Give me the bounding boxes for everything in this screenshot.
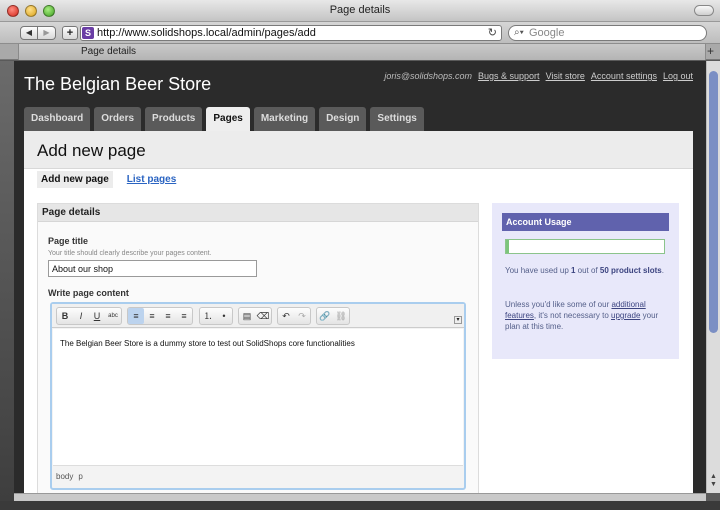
reload-icon[interactable]: ↻	[488, 26, 497, 39]
page-details-panel: Page details Page title Your title shoul…	[37, 203, 479, 493]
window-titlebar: Page details	[0, 0, 720, 22]
toolbar-expand-icon[interactable]: ▾	[454, 316, 462, 324]
align-button-group: ≡ ≡ ≡ ≡	[127, 307, 193, 325]
strikethrough-button[interactable]: abc	[105, 308, 121, 324]
back-button[interactable]: ◀	[20, 26, 38, 40]
paste-button-group: ▤ ⌫	[238, 307, 272, 325]
content-panel: Add new page Add new page List pages Pag…	[24, 131, 693, 493]
align-center-icon[interactable]: ≡	[144, 308, 160, 324]
search-icon: ⌕▾	[514, 27, 524, 38]
tab-pages[interactable]: Pages	[206, 107, 250, 131]
paste-word-icon[interactable]: ▤	[239, 308, 255, 324]
page-content-label: Write page content	[48, 288, 129, 298]
bugs-support-link[interactable]: Bugs & support	[478, 71, 540, 81]
tab-design[interactable]: Design	[319, 107, 367, 131]
eraser-icon[interactable]: ⌫	[255, 308, 271, 324]
underline-button[interactable]: U	[89, 308, 105, 324]
usage-progress-bar	[505, 239, 665, 254]
search-field[interactable]: ⌕▾ Google	[508, 25, 707, 41]
page-details-heading: Page details	[38, 204, 478, 222]
path-body[interactable]: body	[56, 472, 73, 481]
tab-orders[interactable]: Orders	[94, 107, 142, 131]
vertical-scrollbar[interactable]: ▲ ▼	[706, 61, 720, 493]
undo-icon[interactable]: ↶	[278, 308, 294, 324]
insert-link-icon[interactable]: 🔗	[317, 308, 333, 324]
subtab-add-new-page[interactable]: Add new page	[37, 171, 113, 188]
numbered-list-icon[interactable]: ⒈	[200, 308, 216, 324]
desktop-background-bottom	[0, 501, 720, 510]
usage-summary: You have used up 1 out of 50 product slo…	[505, 266, 664, 275]
editor-text[interactable]: The Belgian Beer Store is a dummy store …	[60, 339, 355, 348]
account-usage-heading: Account Usage	[502, 213, 669, 231]
tab-products[interactable]: Products	[145, 107, 203, 131]
site-favicon-icon: S	[82, 27, 94, 39]
bold-button[interactable]: B	[57, 308, 73, 324]
account-links: joris@solidshops.com Bugs & support Visi…	[384, 71, 693, 81]
editor-content-area[interactable]: The Belgian Beer Store is a dummy store …	[53, 329, 463, 466]
desktop-background	[0, 61, 14, 501]
sub-tabs: Add new page List pages	[37, 171, 180, 188]
upgrade-link[interactable]: upgrade	[611, 311, 640, 320]
horizontal-scrollbar[interactable]	[14, 493, 706, 501]
search-placeholder: Google	[529, 27, 565, 39]
main-nav-tabs: Dashboard Orders Products Pages Marketin…	[24, 107, 424, 131]
add-bookmark-button[interactable]: +	[62, 26, 78, 40]
log-out-link[interactable]: Log out	[663, 71, 693, 81]
redo-icon[interactable]: ↷	[294, 308, 310, 324]
page-title-hint: Your title should clearly describe your …	[48, 250, 212, 257]
editor-toolbar: B I U abc ≡ ≡ ≡ ≡ ⒈ • ▤ ⌫ ↶ ↷ 🔗 ⛓ ▾	[52, 304, 464, 328]
align-left-icon[interactable]: ≡	[128, 308, 144, 324]
tab-marketing[interactable]: Marketing	[253, 107, 316, 131]
rich-text-editor: B I U abc ≡ ≡ ≡ ≡ ⒈ • ▤ ⌫ ↶ ↷ 🔗 ⛓ ▾ The …	[50, 302, 466, 490]
italic-button[interactable]: I	[73, 308, 89, 324]
usage-note: Unless you'd like some of our additional…	[505, 300, 659, 331]
scroll-arrows-icon[interactable]: ▲ ▼	[709, 473, 718, 489]
tab-dashboard[interactable]: Dashboard	[24, 107, 91, 131]
account-settings-link[interactable]: Account settings	[591, 71, 657, 81]
path-p[interactable]: p	[78, 472, 82, 481]
browser-toolbar: ◀ ▶ + S http://www.solidshops.local/admi…	[0, 22, 720, 44]
bullet-list-icon[interactable]: •	[216, 308, 232, 324]
scroll-thumb[interactable]	[709, 71, 718, 333]
subtab-list-pages[interactable]: List pages	[123, 171, 180, 188]
account-usage-panel: Account Usage You have used up 1 out of …	[492, 203, 679, 359]
align-justify-icon[interactable]: ≡	[176, 308, 192, 324]
page-title: Add new page	[37, 141, 146, 160]
window-title: Page details	[329, 4, 391, 16]
tab-strip: Page details +	[0, 44, 720, 60]
user-email: joris@solidshops.com	[384, 71, 473, 81]
visit-store-link[interactable]: Visit store	[546, 71, 585, 81]
store-title: The Belgian Beer Store	[24, 74, 212, 94]
toolbar-toggle-button[interactable]	[694, 5, 714, 16]
unlink-icon[interactable]: ⛓	[333, 308, 349, 324]
page-title-label: Page title	[48, 236, 89, 246]
usage-progress-fill	[506, 240, 510, 253]
browser-tab-label: Page details	[81, 46, 137, 57]
align-right-icon[interactable]: ≡	[160, 308, 176, 324]
address-bar[interactable]: S http://www.solidshops.local/admin/page…	[80, 25, 502, 41]
page-title-input[interactable]	[48, 260, 257, 277]
admin-page: The Belgian Beer Store joris@solidshops.…	[14, 61, 706, 493]
url-text[interactable]: http://www.solidshops.local/admin/pages/…	[97, 27, 316, 39]
history-button-group: ↶ ↷	[277, 307, 311, 325]
new-tab-icon[interactable]: +	[707, 44, 714, 58]
list-button-group: ⒈ •	[199, 307, 233, 325]
editor-element-path: body p	[56, 472, 83, 481]
tab-settings[interactable]: Settings	[370, 107, 424, 131]
forward-button[interactable]: ▶	[38, 26, 56, 40]
format-button-group: B I U abc	[56, 307, 122, 325]
browser-tab[interactable]: Page details	[18, 44, 706, 60]
link-button-group: 🔗 ⛓	[316, 307, 350, 325]
